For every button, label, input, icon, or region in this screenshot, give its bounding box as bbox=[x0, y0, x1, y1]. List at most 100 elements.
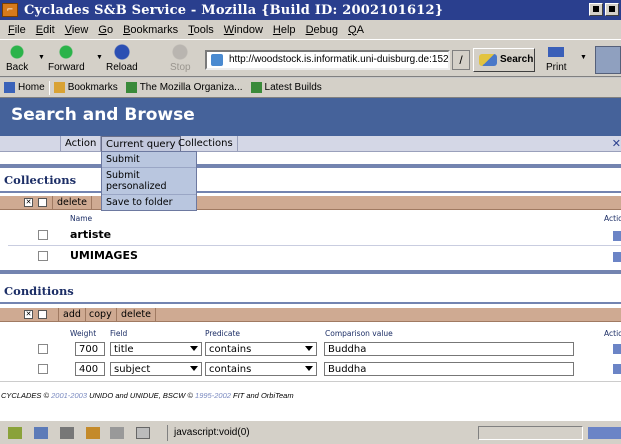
back-button[interactable]: Back bbox=[6, 43, 28, 73]
status-text: javascript:void(0) bbox=[167, 425, 467, 441]
online-status-icon[interactable] bbox=[136, 427, 150, 439]
collection-name[interactable]: UMIMAGES bbox=[70, 249, 138, 262]
address-book-icon[interactable] bbox=[86, 427, 100, 439]
footer-link-years-1995[interactable]: 1995-2002 bbox=[195, 391, 231, 400]
menu-edit[interactable]: Edit bbox=[36, 24, 55, 36]
menu-go[interactable]: Go bbox=[98, 24, 113, 36]
col-header-name: Name bbox=[70, 214, 93, 223]
field-select[interactable]: subject bbox=[110, 362, 202, 376]
forward-dropdown-icon[interactable]: ▼ bbox=[96, 54, 103, 61]
chatzilla-icon[interactable] bbox=[110, 427, 124, 439]
close-icon[interactable]: ✕ bbox=[612, 137, 621, 150]
col-header-comparison-value: Comparison value bbox=[325, 329, 393, 338]
page-proxy-icon bbox=[211, 54, 223, 66]
add-button[interactable]: add bbox=[58, 308, 86, 322]
bookmark-icon bbox=[250, 82, 262, 93]
row-checkbox[interactable] bbox=[38, 251, 48, 261]
page-content: Search and Browse Action Current query C… bbox=[0, 98, 621, 420]
row-action-icon[interactable] bbox=[613, 364, 621, 374]
comparison-value-input[interactable]: Buddha bbox=[324, 362, 574, 376]
action-menu[interactable]: Action bbox=[60, 136, 102, 152]
collections-toolbar: ✕ delete bbox=[0, 196, 621, 210]
url-field[interactable]: http://woodstock.is.informatik.uni-duisb… bbox=[205, 50, 450, 70]
menu-item-save-to-folder[interactable]: Save to folder bbox=[102, 195, 196, 210]
maximize-button[interactable] bbox=[605, 3, 619, 16]
delete-button[interactable]: delete bbox=[52, 196, 92, 210]
row-checkbox[interactable] bbox=[38, 230, 48, 240]
toolbar-separator bbox=[48, 80, 50, 95]
collection-name[interactable]: artiste bbox=[70, 228, 111, 241]
forward-button[interactable]: Forward bbox=[48, 43, 85, 73]
menu-bookmarks[interactable]: Bookmarks bbox=[123, 24, 178, 36]
weight-input[interactable]: 400 bbox=[75, 362, 105, 376]
select-all-checkbox[interactable] bbox=[38, 310, 47, 319]
reload-button[interactable]: Reload bbox=[106, 43, 138, 73]
invert-selection-icon[interactable]: ✕ bbox=[24, 310, 33, 319]
row-action-icon[interactable] bbox=[613, 252, 621, 262]
current-query-dropdown: Submit Submit personalized Save to folde… bbox=[101, 151, 197, 211]
url-text: http://woodstock.is.informatik.uni-duisb… bbox=[229, 54, 450, 65]
menu-file[interactable]: File bbox=[8, 24, 26, 36]
row-checkbox[interactable] bbox=[38, 364, 48, 374]
bookmark-mozilla-org[interactable]: The Mozilla Organiza... bbox=[125, 82, 243, 93]
menu-window[interactable]: Window bbox=[224, 24, 263, 36]
chevron-down-icon bbox=[190, 346, 198, 351]
minimize-button[interactable] bbox=[589, 3, 603, 16]
bookmark-icon bbox=[125, 82, 137, 93]
copy-button[interactable]: copy bbox=[85, 308, 117, 322]
footer-link-orbiteam[interactable]: OrbiTeam bbox=[261, 391, 294, 400]
col-header-actions: Actions bbox=[604, 329, 621, 338]
navigation-toolbar: Back ▼ Forward ▼ Reload Stop http://wood… bbox=[0, 39, 621, 77]
search-icon bbox=[479, 54, 497, 66]
footer-copyright: CYCLADES © 2001-2003 UNIDO and UNIDUE, B… bbox=[1, 391, 294, 400]
forward-arrow-icon bbox=[56, 43, 77, 61]
print-dropdown-icon[interactable]: ▼ bbox=[580, 54, 587, 61]
predicate-select[interactable]: contains bbox=[205, 362, 317, 376]
col-header-field: Field bbox=[110, 329, 128, 338]
collections-menu[interactable]: Collections bbox=[174, 136, 238, 152]
progress-meter bbox=[478, 426, 583, 440]
navigator-icon[interactable] bbox=[8, 427, 22, 439]
footer-link-years-2001[interactable]: 2001-2003 bbox=[51, 391, 87, 400]
composer-icon[interactable] bbox=[60, 427, 74, 439]
url-go-button[interactable]: / bbox=[452, 50, 470, 70]
menu-help[interactable]: Help bbox=[273, 24, 296, 36]
print-button[interactable]: Print bbox=[546, 43, 567, 73]
back-arrow-icon bbox=[7, 43, 28, 61]
section-divider bbox=[0, 191, 621, 193]
home-link[interactable]: Home bbox=[4, 82, 45, 93]
security-icon[interactable] bbox=[588, 427, 621, 439]
select-all-checkbox[interactable] bbox=[38, 198, 47, 207]
menu-view[interactable]: View bbox=[65, 24, 89, 36]
menu-item-submit-personalized[interactable]: Submit personalized bbox=[102, 168, 196, 195]
row-divider bbox=[8, 245, 621, 246]
row-checkbox[interactable] bbox=[38, 344, 48, 354]
current-query-menu[interactable]: Current query bbox=[101, 136, 181, 152]
action-menu-bar: Action Current query Collections ✕ bbox=[0, 136, 621, 152]
bookmarks-menu[interactable]: Bookmarks bbox=[53, 82, 118, 93]
search-button[interactable]: Search bbox=[473, 48, 535, 72]
conditions-title: Conditions bbox=[4, 284, 74, 298]
throbber-icon[interactable] bbox=[595, 46, 621, 74]
menu-item-submit[interactable]: Submit bbox=[102, 152, 196, 168]
comparison-value-input[interactable]: Buddha bbox=[324, 342, 574, 356]
mail-icon[interactable] bbox=[34, 427, 48, 439]
footer-divider bbox=[0, 381, 621, 382]
delete-button[interactable]: delete bbox=[117, 308, 156, 322]
menu-tools[interactable]: Tools bbox=[188, 24, 214, 36]
chevron-down-icon bbox=[190, 366, 198, 371]
stop-button[interactable]: Stop bbox=[170, 43, 191, 73]
invert-selection-icon[interactable]: ✕ bbox=[24, 198, 33, 207]
menu-debug[interactable]: Debug bbox=[306, 24, 338, 36]
predicate-select[interactable]: contains bbox=[205, 342, 317, 356]
row-action-icon[interactable] bbox=[613, 231, 621, 241]
field-select[interactable]: title bbox=[110, 342, 202, 356]
row-action-icon[interactable] bbox=[613, 344, 621, 354]
home-icon bbox=[4, 82, 15, 93]
bookmark-latest-builds[interactable]: Latest Builds bbox=[250, 82, 322, 93]
back-dropdown-icon[interactable]: ▼ bbox=[38, 54, 45, 61]
conditions-toolbar: ✕ add copy delete bbox=[0, 308, 621, 322]
menu-qa[interactable]: QA bbox=[348, 24, 364, 36]
printer-icon bbox=[546, 43, 567, 61]
weight-input[interactable]: 700 bbox=[75, 342, 105, 356]
